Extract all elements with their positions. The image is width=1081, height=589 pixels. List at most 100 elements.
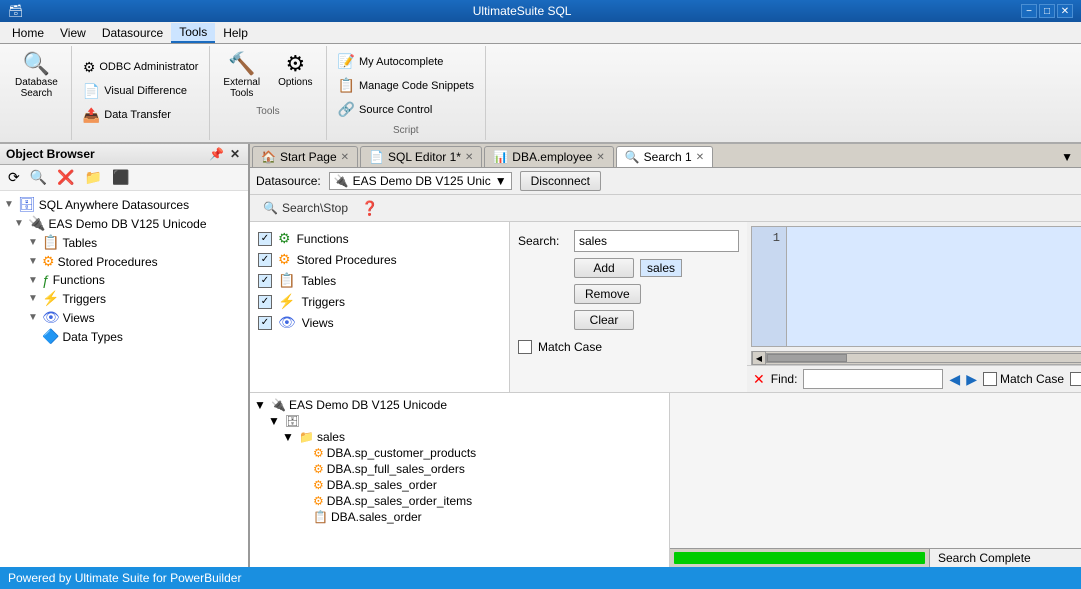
tab-start-page[interactable]: 🏠 Start Page ✕	[252, 146, 358, 167]
start-page-close-icon[interactable]: ✕	[341, 152, 349, 163]
result-sp-sales-order[interactable]: ⚙ DBA.sp_sales_order	[254, 477, 665, 493]
search-stop-button[interactable]: 🔍 Search\Stop	[258, 199, 353, 217]
code-content	[787, 227, 1081, 346]
tree-stored-procedures[interactable]: ▼ ⚙ Stored Procedures	[0, 252, 248, 271]
datasource-select[interactable]: 🔌 EAS Demo DB V125 Unic ▼	[329, 172, 512, 190]
menu-home[interactable]: Home	[4, 24, 52, 42]
help-button[interactable]: ❓	[361, 200, 378, 217]
scroll-track[interactable]	[766, 353, 1081, 363]
result-sp-customer-products[interactable]: ⚙ DBA.sp_customer_products	[254, 445, 665, 461]
maximize-button[interactable]: □	[1039, 4, 1055, 18]
result-easdemo[interactable]: ▼ 🔌 EAS Demo DB V125 Unicode	[254, 397, 665, 413]
results-horizontal-scrollbar[interactable]: ◀ ▶	[751, 351, 1081, 365]
find-error-icon[interactable]: ✕	[753, 371, 765, 388]
search-input[interactable]	[574, 230, 739, 252]
search-type-views[interactable]: ✓ 👁 Views	[258, 314, 501, 331]
clear-button[interactable]: Clear	[574, 310, 634, 330]
find-output-checkbox[interactable]	[1070, 372, 1081, 386]
scroll-thumb[interactable]	[767, 354, 847, 362]
menu-tools[interactable]: Tools	[171, 23, 215, 43]
search-type-functions[interactable]: ✓ ⚙ Functions	[258, 230, 501, 247]
database-search-button[interactable]: 🔍 DatabaseSearch	[8, 50, 65, 102]
tree-root-datasources[interactable]: ▼ 🗄 SQL Anywhere Datasources	[0, 195, 248, 214]
close-button[interactable]: ✕	[1057, 4, 1073, 18]
search-tree-button[interactable]: 🔍	[26, 167, 51, 188]
tables-checkbox[interactable]: ✓	[258, 274, 272, 288]
find-output[interactable]: Output	[1070, 372, 1081, 386]
tree-data-types[interactable]: 🔷 Data Types	[0, 327, 248, 346]
triggers-checkbox[interactable]: ✓	[258, 295, 272, 309]
tree-toolbar: ⟳ 🔍 ❌ 📁 ⬛	[0, 165, 248, 191]
autocomplete-icon: 📝	[338, 53, 355, 70]
collapse-tree-button[interactable]: 📁	[81, 167, 106, 188]
menu-datasource[interactable]: Datasource	[94, 24, 171, 42]
expand-icon: ▼	[254, 398, 268, 412]
menu-help[interactable]: Help	[215, 24, 256, 42]
find-input[interactable]	[803, 369, 943, 389]
functions-checkbox[interactable]: ✓	[258, 232, 272, 246]
expand-icon	[28, 331, 42, 342]
data-types-icon: 🔷	[42, 328, 59, 345]
odbc-admin-button[interactable]: ⚙ ODBC Administrator	[78, 56, 204, 79]
tree-tables[interactable]: ▼ 📋 Tables	[0, 233, 248, 252]
refresh-tree-button[interactable]: ⟳	[4, 167, 24, 188]
search-type-tables[interactable]: ✓ 📋 Tables	[258, 272, 501, 289]
tab-search1[interactable]: 🔍 Search 1 ✕	[616, 146, 713, 168]
tab-sql-editor[interactable]: 📄 SQL Editor 1* ✕	[360, 146, 482, 167]
search-type-stored-procedures[interactable]: ✓ ⚙ Stored Procedures	[258, 251, 501, 268]
result-sp-full-sales-orders-label: DBA.sp_full_sales_orders	[327, 462, 465, 476]
panel-header-controls: 📌 ✕	[207, 147, 242, 161]
pin-button[interactable]: 📌	[207, 147, 226, 161]
filter-tree-button[interactable]: ⬛	[108, 167, 133, 188]
minimize-button[interactable]: −	[1021, 4, 1037, 18]
search-stop-label: Search\Stop	[282, 201, 348, 215]
source-control-button[interactable]: 🔗 Source Control	[333, 98, 479, 121]
result-sales-folder[interactable]: ▼ 📁 sales	[254, 429, 665, 445]
find-next-button[interactable]: ▶	[966, 371, 977, 388]
find-match-case[interactable]: Match Case	[983, 372, 1064, 386]
result-sp-full-sales-orders[interactable]: ⚙ DBA.sp_full_sales_orders	[254, 461, 665, 477]
remove-button[interactable]: Remove	[574, 284, 641, 304]
data-transfer-button[interactable]: 📤 Data Transfer	[78, 104, 204, 127]
external-tools-button[interactable]: 🔨 ExternalTools	[216, 50, 267, 102]
views-checkbox[interactable]: ✓	[258, 316, 272, 330]
search-input-row: Search:	[518, 230, 739, 252]
data-types-label: Data Types	[62, 330, 244, 344]
tree-functions[interactable]: ▼ ƒ Functions	[0, 271, 248, 289]
tree-triggers[interactable]: ▼ ⚡ Triggers	[0, 289, 248, 308]
result-sales-order-table[interactable]: 📋 DBA.sales_order	[254, 509, 665, 525]
dba-employee-close-icon[interactable]: ✕	[596, 152, 604, 163]
disconnect-button[interactable]: Disconnect	[520, 171, 601, 191]
tab-dba-employee[interactable]: 📊 DBA.employee ✕	[484, 146, 613, 167]
start-page-tab-icon: 🏠	[261, 150, 276, 164]
clear-tree-button[interactable]: ❌	[53, 167, 78, 188]
menu-view[interactable]: View	[52, 24, 94, 42]
close-panel-button[interactable]: ✕	[228, 147, 242, 161]
search-type-triggers[interactable]: ✓ ⚡ Triggers	[258, 293, 501, 310]
stored-procedures-checkbox[interactable]: ✓	[258, 253, 272, 267]
search1-close-icon[interactable]: ✕	[696, 152, 704, 163]
tree-views[interactable]: ▼ 👁 Views	[0, 308, 248, 327]
snippets-icon: 📋	[338, 77, 355, 94]
find-match-case-checkbox[interactable]	[983, 372, 997, 386]
visual-diff-button[interactable]: 📄 Visual Difference	[78, 80, 204, 103]
my-autocomplete-button[interactable]: 📝 My Autocomplete	[333, 50, 479, 73]
options-button[interactable]: ⚙ Options	[271, 50, 319, 91]
scroll-left-arrow[interactable]: ◀	[752, 351, 766, 365]
result-db[interactable]: ▼ 🗄	[254, 413, 665, 429]
find-prev-button[interactable]: ◀	[949, 371, 960, 388]
bottom-status-text: Powered by Ultimate Suite for PowerBuild…	[8, 571, 241, 585]
tree-easdemo-db[interactable]: ▼ 🔌 EAS Demo DB V125 Unicode	[0, 214, 248, 233]
line-number: 1	[758, 231, 780, 245]
add-button[interactable]: Add	[574, 258, 634, 278]
manage-snippets-button[interactable]: 📋 Manage Code Snippets	[333, 74, 479, 97]
result-sales-order-label: DBA.sales_order	[331, 510, 422, 524]
ribbon-section-tools: 🔨 ExternalTools ⚙ Options Tools	[210, 46, 326, 140]
views-label: Views	[63, 311, 244, 325]
match-case-checkbox[interactable]	[518, 340, 532, 354]
sql-editor-close-icon[interactable]: ✕	[465, 152, 473, 163]
visual-diff-label: Visual Difference	[104, 85, 187, 97]
tab-overflow-button[interactable]: ▼	[1055, 147, 1079, 167]
tables-icon: 📋	[42, 234, 59, 251]
result-sp-sales-order-items[interactable]: ⚙ DBA.sp_sales_order_items	[254, 493, 665, 509]
